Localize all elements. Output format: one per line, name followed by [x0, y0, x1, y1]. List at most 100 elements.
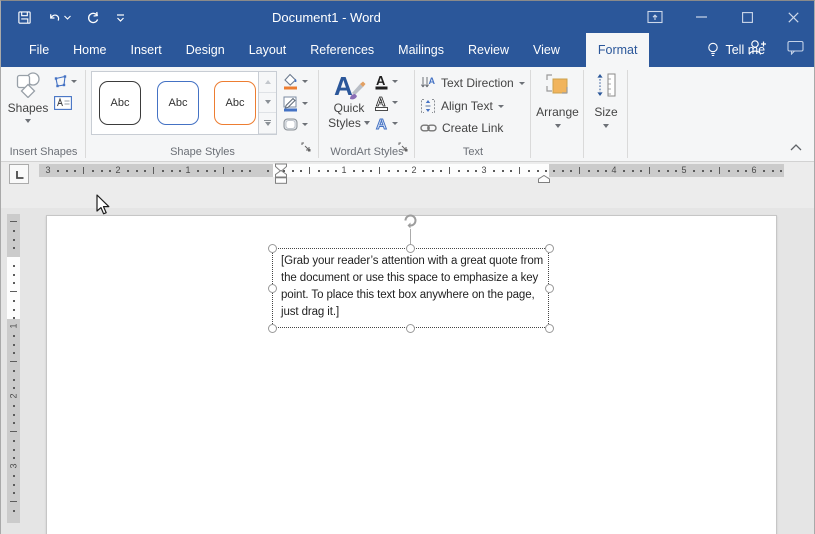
ruler-tick [327, 170, 329, 172]
maximize-button[interactable] [724, 1, 770, 33]
draw-text-box-button[interactable] [54, 96, 72, 110]
text-fill-button[interactable]: A [374, 73, 398, 90]
tab-layout[interactable]: Layout [237, 33, 299, 67]
sign-in-button[interactable] [748, 39, 767, 61]
shape-style-thumb[interactable]: Abc [157, 81, 199, 125]
ribbon-display-options-button[interactable] [632, 1, 678, 33]
shapes-dropdown-caret [25, 119, 31, 123]
save-button[interactable] [17, 10, 32, 25]
minimize-button[interactable] [678, 1, 724, 33]
ruler-tick [623, 170, 625, 172]
gallery-more-button[interactable] [259, 113, 276, 134]
tab-references[interactable]: References [298, 33, 386, 67]
ruler-tick [693, 170, 695, 172]
h-ruler-number: 2 [114, 165, 123, 175]
handle-top-right[interactable] [545, 244, 554, 253]
handle-bottom-right[interactable] [545, 324, 554, 333]
shape-effects-caret [302, 123, 308, 126]
ruler-tick [597, 170, 599, 172]
quick-styles-icon: A [332, 71, 366, 101]
h-ruler-number: 3 [44, 165, 53, 175]
selected-text-box[interactable]: [Grab your reader’s attention with a gre… [272, 248, 549, 328]
shape-style-thumb[interactable]: Abc [99, 81, 141, 125]
ruler-tick [640, 170, 642, 172]
ruler-tick [136, 170, 138, 172]
handle-top-center[interactable] [406, 244, 415, 253]
shape-styles-group-label: Shape Styles [86, 146, 319, 158]
tab-home[interactable]: Home [61, 33, 118, 67]
arrange-button[interactable]: Arrange [534, 72, 581, 128]
tab-file[interactable]: File [17, 33, 61, 67]
ruler-tick [13, 457, 15, 459]
handle-middle-right[interactable] [545, 284, 554, 293]
ruler-tick [510, 170, 512, 172]
text-direction-button[interactable]: A Text Direction [420, 75, 525, 91]
ruler-tick [537, 170, 539, 172]
handle-bottom-center[interactable] [406, 324, 415, 333]
align-text-button[interactable]: Align Text [420, 98, 504, 114]
shape-effects-button[interactable] [282, 117, 308, 132]
ruler-tick [206, 170, 208, 172]
ruler-tick [362, 170, 364, 172]
ruler-tick [318, 170, 320, 172]
group-wordart-styles: A Quick Styles A [319, 67, 415, 161]
right-indent-marker[interactable] [538, 170, 550, 188]
quick-styles-button[interactable]: A Quick Styles [327, 71, 371, 130]
ruler-tick [772, 170, 774, 172]
tab-mailings[interactable]: Mailings [386, 33, 456, 67]
indent-markers[interactable] [275, 163, 287, 190]
tab-stop-selector[interactable] [9, 164, 29, 184]
tab-format[interactable]: Format [586, 33, 650, 67]
undo-icon [46, 10, 62, 25]
customize-quick-access-button[interactable] [115, 12, 126, 23]
ruler-tick [153, 167, 154, 174]
tab-view[interactable]: View [521, 33, 572, 67]
window-controls [632, 1, 815, 33]
ruler-tick [675, 170, 677, 172]
vertical-ruler[interactable]: 123 [7, 214, 20, 523]
gallery-scroll-down-button[interactable] [259, 93, 276, 114]
rotation-handle[interactable] [402, 212, 419, 234]
shape-fill-button[interactable] [282, 73, 308, 90]
horizontal-ruler[interactable]: 321123456 [39, 164, 784, 177]
undo-button[interactable] [46, 10, 71, 25]
ruler-tick [649, 167, 650, 174]
tab-insert[interactable]: Insert [119, 33, 174, 67]
ruler-tick [144, 170, 146, 172]
ruler-tick [405, 170, 407, 172]
comments-button[interactable] [787, 40, 804, 60]
shape-outline-button[interactable] [282, 95, 308, 112]
redo-button[interactable] [85, 9, 101, 25]
window-title: Document1 - Word [272, 10, 381, 25]
text-box-content[interactable]: [Grab your reader’s attention with a gre… [281, 253, 548, 321]
text-box-line: point. To place this text box anywhere o… [281, 287, 548, 304]
ruler-tick [10, 291, 17, 292]
shape-style-thumb[interactable]: Abc [214, 81, 256, 125]
ruler-tick [737, 170, 739, 172]
v-ruler-number: 2 [9, 390, 19, 403]
handle-bottom-left[interactable] [268, 324, 277, 333]
comment-icon [787, 40, 804, 55]
edit-shape-button[interactable] [53, 74, 77, 89]
size-button[interactable]: Size [586, 72, 626, 128]
tab-design[interactable]: Design [174, 33, 237, 67]
shape-outline-caret [302, 102, 308, 105]
size-icon [594, 72, 618, 99]
ruler-tick [10, 501, 17, 502]
gallery-scroll-up-button[interactable] [259, 72, 276, 93]
tab-review[interactable]: Review [456, 33, 521, 67]
text-effects-button[interactable]: A [374, 115, 398, 132]
ruler-tick [588, 170, 590, 172]
ruler-tick [545, 170, 547, 172]
collapse-ribbon-button[interactable] [790, 138, 802, 156]
shapes-button[interactable]: Shapes [5, 71, 51, 123]
text-direction-caret [519, 82, 525, 85]
text-group-label: Text [415, 146, 531, 158]
handle-middle-left[interactable] [268, 284, 277, 293]
sign-in-icon [748, 39, 767, 56]
text-outline-button[interactable]: A [374, 94, 398, 111]
handle-top-left[interactable] [268, 244, 277, 253]
create-link-button[interactable]: Create Link [420, 121, 503, 135]
first-line-indent-marker-icon [275, 163, 287, 185]
close-button[interactable] [770, 1, 815, 33]
